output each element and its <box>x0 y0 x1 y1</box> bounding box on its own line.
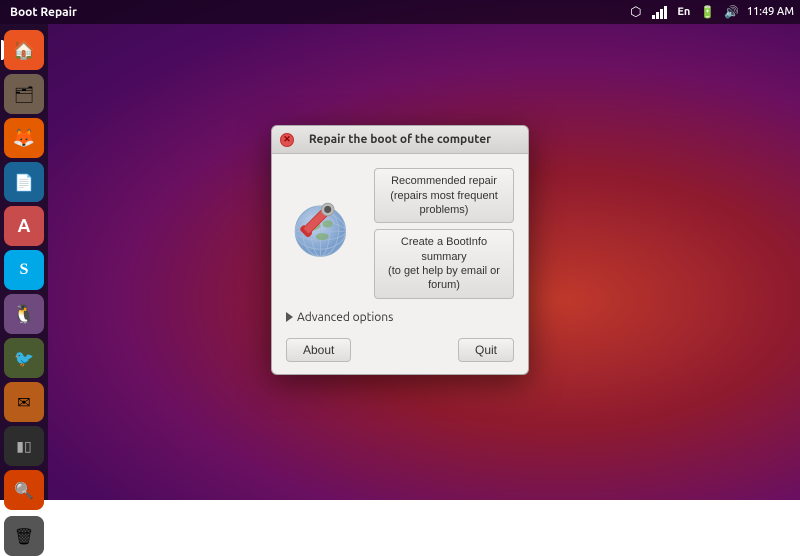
quit-button[interactable]: Quit <box>458 338 514 362</box>
dialog-body: Recommended repair (repairs most frequen… <box>272 154 528 373</box>
about-button[interactable]: About <box>286 338 351 362</box>
repair-icon-area <box>286 195 362 271</box>
boot-repair-dialog: ✕ Repair the boot of the computer <box>271 125 529 374</box>
trash-icon: 🗑 <box>14 527 34 546</box>
dialog-overlay: ✕ Repair the boot of the computer <box>0 0 800 500</box>
dialog-footer: About Quit <box>286 336 514 362</box>
recommended-repair-button[interactable]: Recommended repair (repairs most frequen… <box>374 168 514 223</box>
dialog-main-row: Recommended repair (repairs most frequen… <box>286 168 514 298</box>
dialog-buttons-column: Recommended repair (repairs most frequen… <box>374 168 514 298</box>
advanced-options-arrow-icon <box>286 312 293 322</box>
dialog-title: Repair the boot of the computer <box>309 133 491 146</box>
advanced-options-label: Advanced options <box>297 311 393 324</box>
dialog-titlebar: ✕ Repair the boot of the computer <box>272 126 528 154</box>
repair-icon <box>288 197 360 269</box>
bootinfo-summary-button[interactable]: Create a BootInfo summary (to get help b… <box>374 229 514 298</box>
desktop: Boot Repair ⬡ En 🔋 🔊 11:49 AM 🏠 <box>0 0 800 500</box>
advanced-options-row[interactable]: Advanced options <box>286 309 514 326</box>
sidebar-item-trash[interactable]: 🗑 <box>4 516 44 556</box>
close-button[interactable]: ✕ <box>280 133 294 147</box>
